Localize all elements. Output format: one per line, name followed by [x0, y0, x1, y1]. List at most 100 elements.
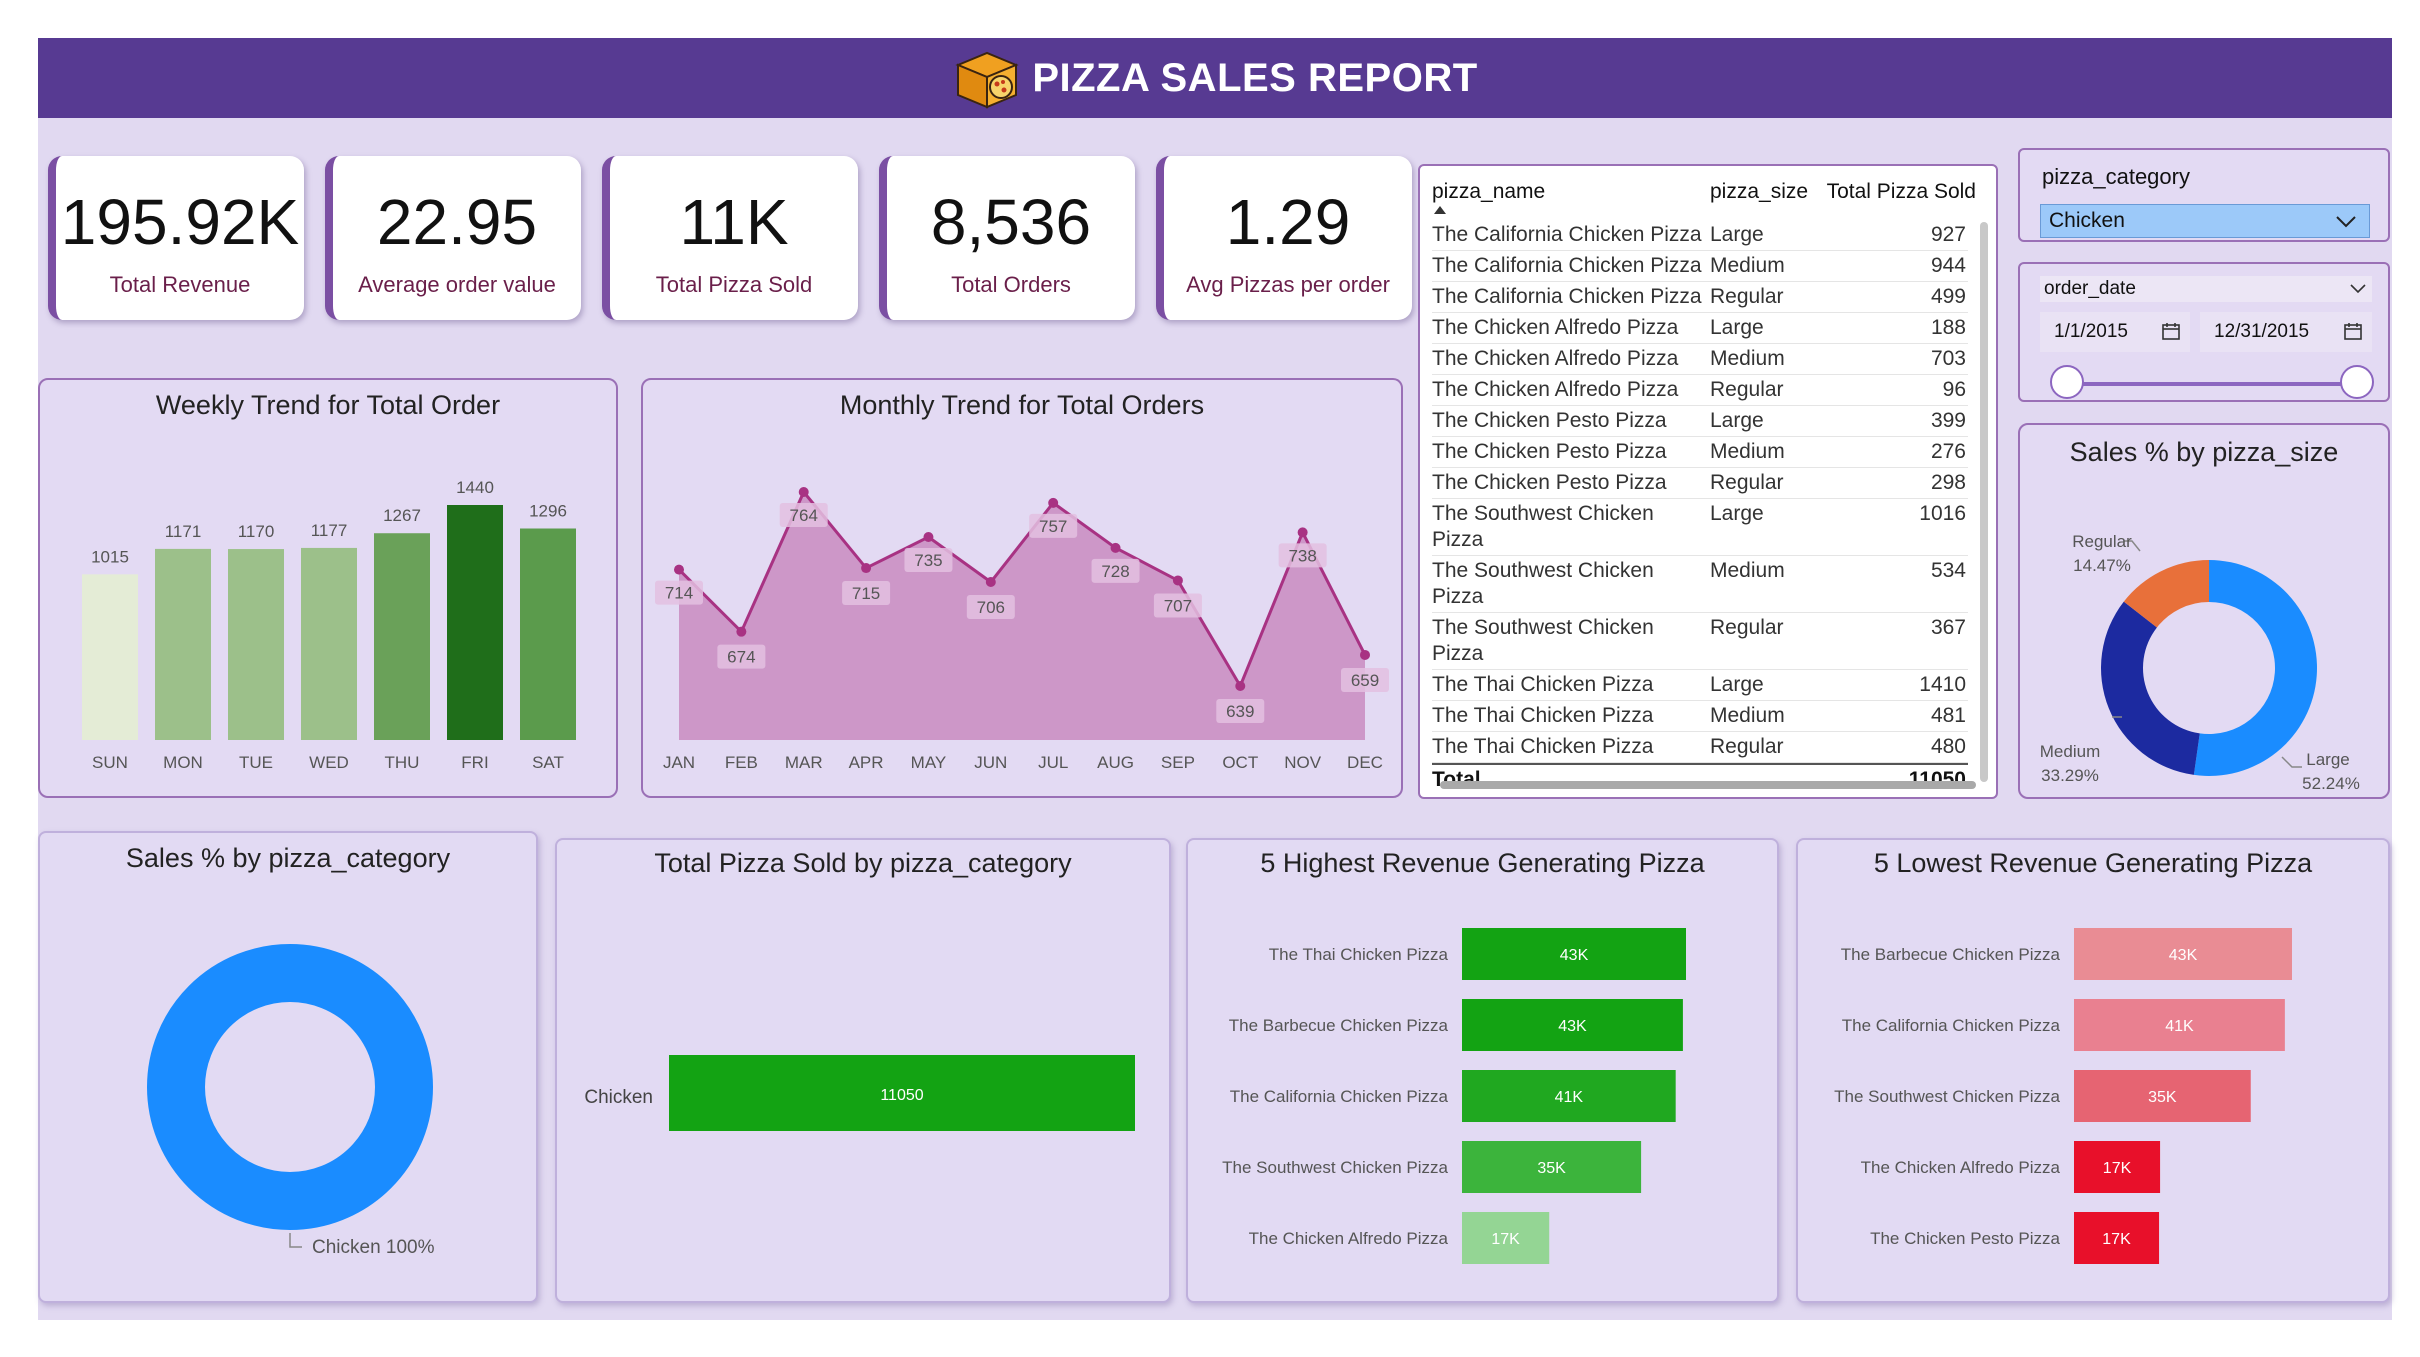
cell-total-pizza-sold: 298 [1930, 471, 1966, 494]
weekly-bar [82, 574, 138, 740]
table-row[interactable]: The Chicken Alfredo Pizza Regular 96 [1432, 375, 1968, 406]
leader-line [2281, 756, 2302, 768]
monthly-data-label: 714 [665, 584, 693, 603]
header-pizza-size[interactable]: pizza_size [1710, 180, 1820, 204]
weekly-trend-panel: Weekly Trend for Total Order 1015 SUN 1171… [38, 378, 618, 798]
vertical-scrollbar[interactable] [1980, 222, 1988, 782]
weekly-bar-label: 1015 [91, 547, 129, 566]
table-row[interactable]: The California Chicken Pizza Large 927 [1432, 220, 1968, 251]
bar-value-label: 35K [1537, 1160, 1566, 1177]
weekly-bar [228, 549, 284, 740]
weekly-bar [447, 505, 503, 740]
date-slicer-header[interactable]: order_date [2040, 276, 2372, 302]
cell-total-pizza-sold: 534 [1930, 559, 1966, 582]
size-donut-panel: Sales % by pizza_size Large 52.24% Medium 3… [2018, 423, 2390, 799]
bar-value-label: 43K [1558, 1018, 1587, 1035]
date-range-track[interactable] [2068, 382, 2358, 386]
bar-category-label: The California Chicken Pizza [1230, 1087, 1449, 1106]
cell-total-pizza-sold: 367 [1930, 616, 1966, 639]
monthly-point [1235, 681, 1246, 691]
start-date-input[interactable]: 1/1/2015 [2040, 312, 2190, 352]
monthly-data-label: 639 [1226, 702, 1254, 721]
table-row[interactable]: The Southwest Chicken Pizza Large 1016 [1432, 499, 1968, 556]
kpi-value: 8,536 [930, 186, 1092, 258]
table-row[interactable]: The California Chicken Pizza Regular 499 [1432, 282, 1968, 313]
monthly-data-label: 706 [977, 598, 1005, 617]
bar-category-label: The Thai Chicken Pizza [1269, 945, 1449, 964]
monthly-tick-label: APR [849, 753, 884, 772]
cell-pizza-size: Regular [1710, 471, 1784, 494]
cell-total-pizza-sold: 944 [1930, 254, 1966, 277]
date-range-start-handle[interactable] [2050, 365, 2084, 399]
date-slicer: order_date 1/1/2015 12/31/2015 [2018, 262, 2390, 402]
weekly-tick-label: FRI [461, 753, 488, 772]
table-row[interactable]: The California Chicken Pizza Medium 944 [1432, 251, 1968, 282]
cell-pizza-size: Large [1710, 673, 1764, 696]
bottom5-bar-chart: The Barbecue Chicken Pizza 43K The Califor… [1834, 928, 2292, 1264]
table-row[interactable]: The Chicken Pesto Pizza Regular 298 [1432, 468, 1968, 499]
category-selected-value: Chicken [2049, 209, 2125, 232]
table-row[interactable]: The Thai Chicken Pizza Large 1410 [1432, 670, 1968, 701]
weekly-tick-label: WED [309, 753, 349, 772]
cell-total-pizza-sold: 276 [1930, 440, 1966, 463]
table-row[interactable]: The Chicken Pesto Pizza Medium 276 [1432, 437, 1968, 468]
table-row[interactable]: The Thai Chicken Pizza Regular 480 [1432, 732, 1968, 763]
weekly-tick-label: THU [385, 753, 420, 772]
table-row[interactable]: The Southwest Chicken Pizza Regular 367 [1432, 613, 1968, 670]
kpi-total-revenue: 195.92K Total Revenue [48, 156, 304, 320]
monthly-point [1172, 575, 1183, 586]
bar-value-label: 41K [2165, 1018, 2194, 1035]
top5-panel: 5 Highest Revenue Generating Pizza The T… [1186, 838, 1779, 1303]
weekly-trend-chart: 1015 SUN 1171 MON 1170 TUE 1177 WED 1267 THU 1440 F… [82, 478, 576, 772]
date-range-end-handle[interactable] [2340, 365, 2374, 399]
category-donut-label: Chicken 100% [312, 1237, 435, 1258]
pizza-sales-table[interactable]: pizza_name pizza_size Total Pizza Sold T… [1418, 164, 1998, 799]
monthly-tick-label: FEB [725, 753, 758, 772]
calendar-icon [2344, 323, 2362, 340]
end-date-input[interactable]: 12/31/2015 [2200, 312, 2372, 352]
cell-total-pizza-sold: 480 [1930, 735, 1966, 758]
monthly-data-label: 707 [1164, 596, 1192, 615]
monthly-tick-label: AUG [1097, 753, 1134, 772]
cell-total-pizza-sold: 499 [1930, 285, 1966, 308]
kpi-average-order-value: 22.95 Average order value [325, 156, 581, 320]
header-total-pizza-sold[interactable]: Total Pizza Sold [1820, 180, 1978, 204]
weekly-bar-label: 1170 [238, 522, 275, 541]
chevron-down-icon [2350, 284, 2366, 294]
table-row[interactable]: The Chicken Pesto Pizza Large 399 [1432, 406, 1968, 437]
monthly-data-label: 764 [790, 506, 818, 525]
cell-pizza-size: Medium [1710, 347, 1785, 370]
cell-pizza-name: The Chicken Pesto Pizza [1432, 440, 1667, 463]
header-pizza-name[interactable]: pizza_name [1432, 180, 1710, 204]
weekly-bar-label: 1440 [456, 478, 494, 497]
cell-total-pizza-sold: 96 [1942, 378, 1966, 401]
monthly-point [985, 577, 996, 588]
leader-line [289, 1233, 302, 1248]
table-row[interactable]: The Southwest Chicken Pizza Medium 534 [1432, 556, 1968, 613]
category-slicer: pizza_category Chicken [2018, 148, 2390, 242]
size-label-regular: Regular [2072, 532, 2132, 551]
kpi-label: Total Revenue [109, 272, 251, 297]
cell-pizza-size: Regular [1710, 616, 1784, 639]
monthly-data-label: 728 [1101, 562, 1129, 581]
cell-pizza-size: Medium [1710, 254, 1785, 277]
monthly-point [1110, 542, 1121, 553]
kpi-label: Avg Pizzas per order [1186, 272, 1390, 297]
monthly-data-label: 659 [1351, 671, 1379, 690]
monthly-tick-label: OCT [1222, 753, 1258, 772]
category-bar-axis-label: Chicken [584, 1087, 653, 1108]
table-row[interactable]: The Chicken Alfredo Pizza Large 188 [1432, 313, 1968, 344]
table-row[interactable]: The Thai Chicken Pizza Medium 481 [1432, 701, 1968, 732]
cell-pizza-name: The Chicken Pesto Pizza [1432, 471, 1667, 494]
horizontal-scrollbar[interactable] [1440, 781, 1976, 789]
cell-total-pizza-sold: 703 [1930, 347, 1966, 370]
weekly-bar [374, 533, 430, 740]
cell-pizza-size: Medium [1710, 440, 1785, 463]
category-dropdown[interactable]: Chicken [2040, 204, 2370, 238]
monthly-point [923, 532, 934, 543]
cell-pizza-name: The Southwest Chicken Pizza [1432, 616, 1654, 665]
bar-value-label: 17K [2103, 1160, 2132, 1177]
table-row[interactable]: The Chicken Alfredo Pizza Medium 703 [1432, 344, 1968, 375]
kpi-value: 22.95 [376, 186, 538, 258]
report-title: PIZZA SALES REPORT [1032, 55, 1478, 100]
